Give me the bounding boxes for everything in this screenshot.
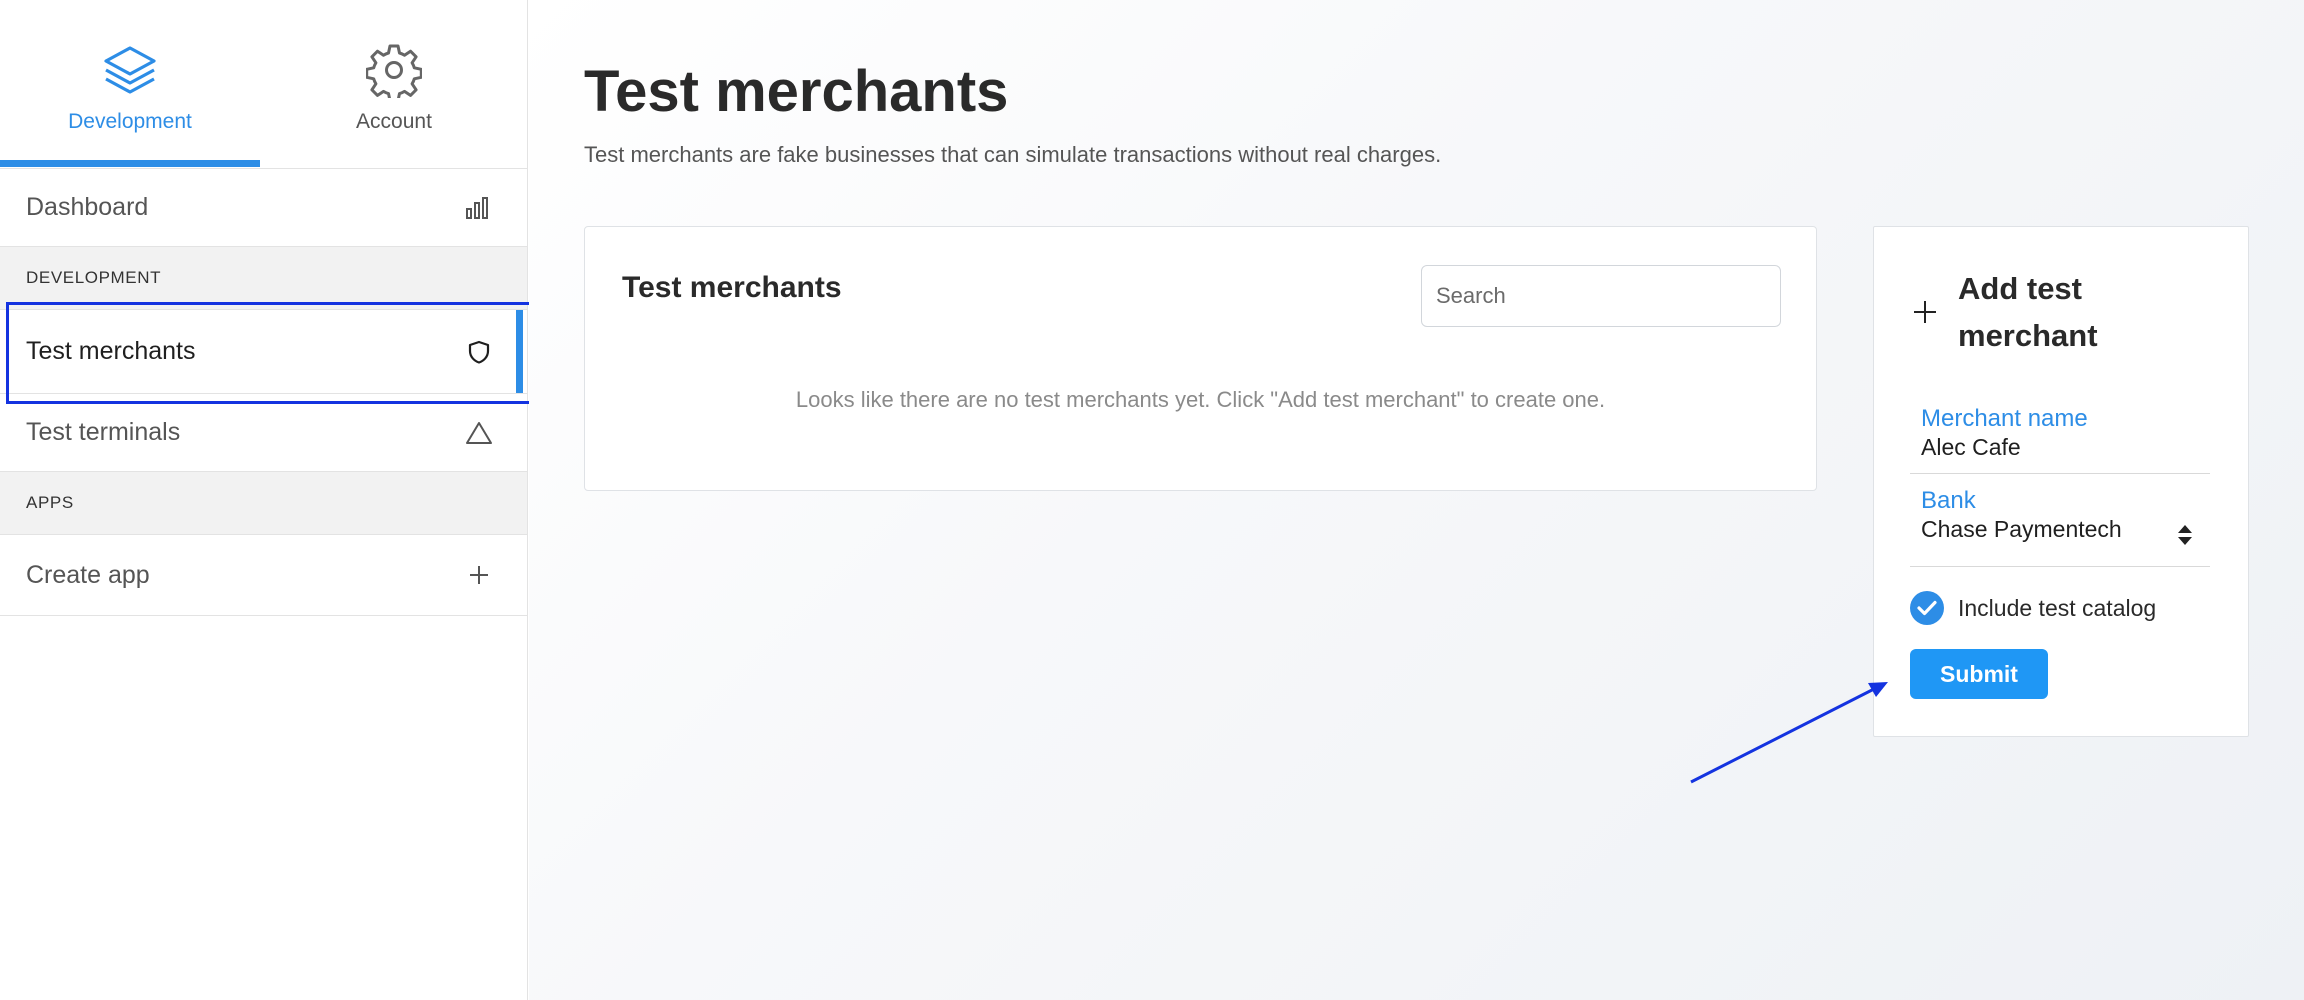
bank-value[interactable]: Chase Paymentech <box>1921 515 2210 543</box>
sidebar-item-test-merchants[interactable]: Test merchants <box>0 310 527 394</box>
active-item-indicator <box>516 310 523 393</box>
bank-label: Bank <box>1921 487 1976 514</box>
add-card-title: Add test merchant <box>1958 271 2098 353</box>
sidebar-item-label: Test merchants <box>26 337 196 365</box>
test-merchants-list-card: Test merchants Looks like there are no t… <box>584 226 1817 491</box>
include-test-catalog-label: Include test catalog <box>1958 594 2157 621</box>
tab-account[interactable]: Account <box>264 0 524 166</box>
sidebar-item-label: Dashboard <box>26 193 149 221</box>
sidebar-item-label: Test terminals <box>26 418 181 446</box>
shield-icon <box>465 338 493 366</box>
add-card-header: Add test merchant <box>1910 265 2138 359</box>
bank-select[interactable]: Bank Chase Paymentech <box>1910 487 2210 567</box>
active-tab-indicator <box>0 160 260 167</box>
sidebar: Development Account Dashboard DEVELOPMEN… <box>0 0 528 1000</box>
tab-account-label: Account <box>356 110 432 133</box>
page-title: Test merchants <box>584 59 1009 124</box>
card-title: Test merchants <box>622 271 842 304</box>
add-test-merchant-card: Add test merchant Merchant name Alec Caf… <box>1873 226 2249 737</box>
search-input[interactable] <box>1421 265 1781 327</box>
tab-development[interactable]: Development <box>0 0 260 166</box>
sidebar-item-label: Create app <box>26 560 150 589</box>
empty-state-message: Looks like there are no test merchants y… <box>795 387 1606 412</box>
section-header-development: DEVELOPMENT <box>0 247 527 310</box>
submit-button[interactable]: Submit <box>1910 649 2048 699</box>
merchant-name-value[interactable]: Alec Cafe <box>1921 433 2210 461</box>
section-header-apps: APPS <box>0 472 527 535</box>
triangle-icon <box>465 419 493 447</box>
merchant-name-label: Merchant name <box>1921 405 2088 432</box>
merchant-name-field[interactable]: Merchant name Alec Cafe <box>1910 405 2210 474</box>
include-test-catalog-checkbox[interactable]: Include test catalog <box>1910 591 2156 625</box>
tab-development-label: Development <box>68 110 192 133</box>
plus-icon <box>465 561 493 589</box>
sidebar-item-create-app[interactable]: Create app <box>0 535 527 616</box>
select-arrows-icon <box>2178 525 2192 547</box>
layers-icon <box>104 46 156 94</box>
sidebar-item-test-terminals[interactable]: Test terminals <box>0 394 527 472</box>
bar-chart-icon <box>465 194 493 222</box>
page-subtitle: Test merchants are fake businesses that … <box>584 142 1442 167</box>
gear-icon <box>366 44 422 98</box>
top-tabs: Development Account <box>0 0 527 169</box>
checkmark-icon[interactable] <box>1910 591 1944 625</box>
main-content: Test merchants Test merchants are fake b… <box>529 0 2304 1000</box>
plus-icon <box>1910 297 1940 327</box>
sidebar-item-dashboard[interactable]: Dashboard <box>0 169 527 247</box>
